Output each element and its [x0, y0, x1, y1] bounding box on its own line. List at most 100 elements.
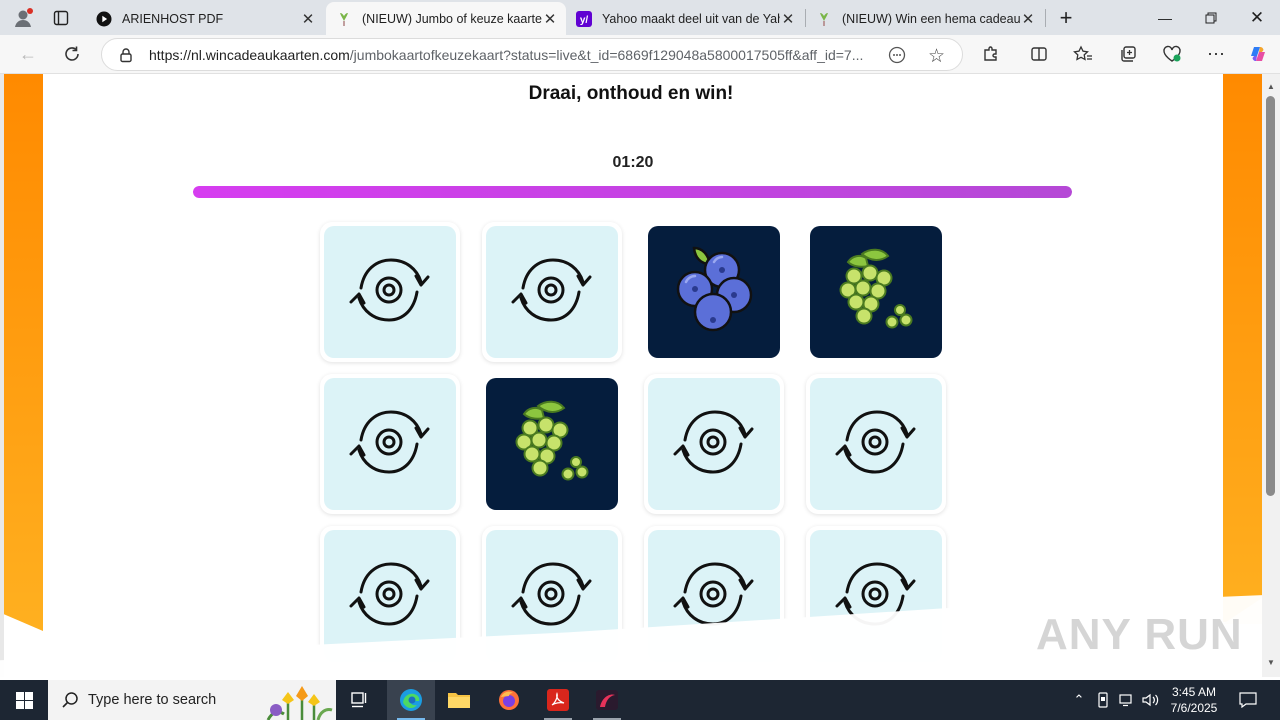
- copilot-button[interactable]: [1243, 39, 1273, 69]
- settings-menu-button[interactable]: ⋯: [1201, 39, 1231, 69]
- taskbar-file-explorer[interactable]: [435, 680, 483, 720]
- memory-card[interactable]: [644, 374, 784, 514]
- memory-card[interactable]: [320, 222, 460, 362]
- memory-card[interactable]: [806, 222, 946, 362]
- card-face: [486, 378, 618, 510]
- browser-toolbar: ← https://nl.wincadeaukaarten.com/jumbok…: [0, 35, 1280, 74]
- watermark-text: ANY RUN: [1036, 610, 1243, 659]
- puzzle-icon: [984, 46, 997, 61]
- tab-separator: [1045, 9, 1046, 27]
- app-swirl-icon: [596, 690, 618, 710]
- flip-card-icon: [347, 255, 433, 330]
- refresh-icon: [65, 46, 79, 61]
- grapes-icon: [502, 392, 602, 497]
- tab-title: Yahoo maakt deel uit van de Yahoo: [602, 11, 780, 26]
- tray-device-icon[interactable]: [1093, 680, 1113, 720]
- windows-logo-icon: [15, 691, 33, 709]
- network-icon[interactable]: [1116, 680, 1138, 720]
- heart-flag-icon: [336, 11, 352, 27]
- grapes-icon: [826, 240, 926, 345]
- page-scrollbar[interactable]: ▲ ▼: [1262, 74, 1280, 677]
- windows-taskbar: Type here to search ⌃ 3:45 AM 7/6/2025: [0, 680, 1280, 720]
- taskbar-firefox[interactable]: [485, 680, 533, 720]
- close-tab-icon[interactable]: ✕: [300, 10, 316, 28]
- search-placeholder: Type here to search: [88, 692, 217, 708]
- svg-text:y/: y/: [580, 15, 589, 26]
- reader-mode-icon[interactable]: [888, 46, 906, 69]
- restore-icon: [1205, 12, 1217, 23]
- flip-card-icon: [347, 559, 433, 634]
- card-face: [648, 226, 780, 358]
- favorites-list-icon: [1073, 45, 1092, 61]
- card-face: [324, 378, 456, 510]
- tab-jumbo[interactable]: (NIEUW) Jumbo of keuze kaarten ✕: [326, 2, 566, 35]
- notification-icon: [1239, 692, 1257, 708]
- scroll-up-arrow-icon[interactable]: ▲: [1262, 80, 1280, 94]
- memory-card[interactable]: [482, 222, 622, 362]
- new-tab-button[interactable]: +: [1050, 0, 1082, 35]
- tab-hema[interactable]: (NIEUW) Win een hema cadeauka ✕: [806, 2, 1044, 35]
- split-screen-icon: [1031, 47, 1047, 61]
- profile-button[interactable]: [6, 0, 40, 35]
- taskbar-edge[interactable]: [387, 680, 435, 720]
- time-progress-bar: [193, 186, 1072, 198]
- tab-title: (NIEUW) Win een hema cadeauka: [842, 11, 1020, 26]
- scroll-down-arrow-icon[interactable]: ▼: [1262, 656, 1280, 670]
- heartbeat-icon: [1163, 45, 1181, 62]
- time-progress-fill: [193, 186, 1072, 198]
- memory-card[interactable]: [644, 222, 784, 362]
- notifications-button[interactable]: [1236, 680, 1260, 720]
- chevron-up-icon: ⌃: [1073, 692, 1085, 707]
- card-face: [810, 226, 942, 358]
- heart-flag-icon: [816, 11, 832, 27]
- browser-tab-bar: ARIENHOST PDF ✕ (NIEUW) Jumbo of keuze k…: [0, 0, 1280, 35]
- refresh-button[interactable]: [57, 39, 87, 69]
- close-tab-icon[interactable]: ✕: [1020, 10, 1036, 28]
- lock-icon[interactable]: [118, 47, 134, 68]
- web-page: Draai, onthoud en win! 01:20 ANY RUN: [0, 74, 1262, 677]
- task-view-button[interactable]: [336, 680, 384, 720]
- tab-actions-button[interactable]: [44, 0, 78, 35]
- split-screen-button[interactable]: [1024, 39, 1054, 69]
- scrollbar-thumb[interactable]: [1266, 96, 1275, 496]
- flip-card-icon: [509, 559, 595, 634]
- url-text[interactable]: https://nl.wincadeaukaarten.com/jumbokaa…: [149, 47, 879, 63]
- taskbar-acrobat[interactable]: [534, 680, 582, 720]
- taskbar-search-box[interactable]: Type here to search: [48, 680, 336, 720]
- extensions-button[interactable]: [976, 39, 1006, 69]
- show-hidden-icons-button[interactable]: ⌃: [1068, 680, 1090, 720]
- taskbar-clock[interactable]: 3:45 AM 7/6/2025: [1162, 684, 1226, 716]
- collections-icon: [1121, 46, 1136, 62]
- back-button[interactable]: ←: [13, 39, 43, 69]
- game-title: Draai, onthoud en win!: [528, 83, 734, 104]
- memory-card[interactable]: [320, 374, 460, 514]
- memory-card[interactable]: [482, 374, 622, 514]
- favorites-button[interactable]: [1068, 39, 1098, 69]
- folder-icon: [448, 693, 470, 708]
- clock-time: 3:45 AM: [1171, 685, 1217, 699]
- close-window-button[interactable]: ✕: [1234, 0, 1280, 35]
- taskbar-app[interactable]: [583, 680, 631, 720]
- start-button[interactable]: [0, 680, 48, 720]
- minimize-button[interactable]: —: [1142, 0, 1188, 35]
- volume-icon[interactable]: [1140, 680, 1162, 720]
- card-face: [486, 226, 618, 358]
- tab-arienhost[interactable]: ARIENHOST PDF ✕: [86, 2, 324, 35]
- card-face: [810, 378, 942, 510]
- flip-card-icon: [833, 407, 919, 482]
- memory-card[interactable]: [806, 374, 946, 514]
- favorite-star-icon[interactable]: ☆: [928, 45, 945, 68]
- task-view-icon: [351, 692, 367, 708]
- flip-card-icon: [671, 407, 757, 482]
- card-face: [324, 226, 456, 358]
- search-highlight-flowers-icon: [258, 682, 334, 720]
- close-tab-icon[interactable]: ✕: [780, 10, 796, 28]
- restore-button[interactable]: [1188, 0, 1234, 35]
- address-bar[interactable]: https://nl.wincadeaukaarten.com/jumbokaa…: [101, 38, 963, 71]
- collections-button[interactable]: [1113, 39, 1143, 69]
- close-tab-icon[interactable]: ✕: [542, 10, 558, 28]
- flip-card-icon: [509, 255, 595, 330]
- search-icon: [61, 691, 79, 714]
- tab-yahoo[interactable]: y/ Yahoo maakt deel uit van de Yahoo ✕: [566, 2, 804, 35]
- browser-essentials-button[interactable]: [1157, 39, 1187, 69]
